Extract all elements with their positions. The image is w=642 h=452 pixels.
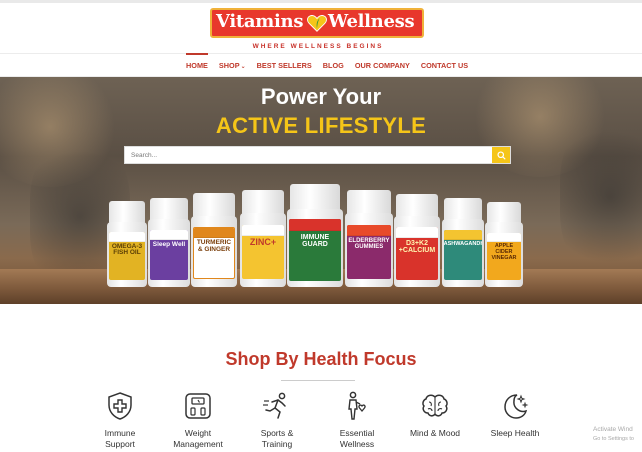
focus-label-line1: Sleep Health [490,428,540,438]
product-name: TURMERIC & GINGER [196,238,232,253]
scale-icon [185,393,211,419]
hero-bg-blur [560,117,642,277]
product-name: ELDERBERRY GUMMIES [348,237,390,251]
nav-our-company[interactable]: OUR COMPANY [355,61,410,70]
focus-essential-wellness[interactable]: Essential Wellness [317,390,397,450]
nav-best-sellers[interactable]: BEST SELLERS [257,61,312,70]
product-name: ZINC+ [249,236,277,247]
product-label: Sleep Well [149,230,189,280]
focus-immune-support[interactable]: Immune Support [80,390,160,450]
product-bottle[interactable]: ELDERBERRY GUMMIES [345,190,393,287]
product-bottle[interactable]: D3+K2 +CALCIUM [394,194,440,287]
focus-label-line1: Mind & Mood [409,428,461,438]
logo-word-right: Wellness [328,11,415,32]
product-label: IMMUNE GUARD [289,219,341,281]
focus-label-line1: Immune [104,428,136,438]
product-label: TURMERIC & GINGER [192,226,236,280]
focus-label-line1: Essential [339,428,375,438]
nav-shop-label: SHOP [218,61,240,70]
product-bottle[interactable]: Sleep Well [148,198,190,287]
logo-word-left: Vitamins [216,11,304,32]
chevron-down-icon: ⌄ [240,64,246,70]
hero-headline: Power Your [260,84,382,109]
moon-stars-icon [504,394,529,419]
focus-label-line1: Sports & [260,428,294,438]
product-name: APPLE CIDER VINEGAR [491,243,517,261]
heart-icon [307,15,327,32]
product-bottle[interactable]: TURMERIC & GINGER [191,193,237,287]
watermark-line2: Go to Settings to [593,436,634,443]
product-label: ASHWAGANDHA [443,230,483,280]
search-bar [124,146,511,164]
nav-shop[interactable]: SHOP⌄ [219,61,246,70]
product-label: OMEGA-3 FISH OIL [108,231,146,281]
brain-icon [422,394,448,417]
nav-blog[interactable]: BLOG [323,61,344,70]
focus-weight-management[interactable]: Weight Management [158,390,238,450]
shield-cross-icon [108,392,132,420]
focus-sports-training[interactable]: Sports & Training [237,390,317,450]
watermark-line1: Activate Wind [593,426,633,433]
product-name: OMEGA-3 FISH OIL [111,242,143,257]
focus-sleep-health[interactable]: Sleep Health [475,390,555,439]
nav-divider [0,53,642,54]
product-label: APPLE CIDER VINEGAR [486,232,522,281]
product-name: ASHWAGANDHA [443,240,483,247]
focus-label-line2: Training [261,439,293,450]
nav-home[interactable]: HOME [186,53,208,70]
logo-tagline: WHERE WELLNESS BEGINS [252,43,384,50]
search-icon [496,150,506,160]
focus-mind-mood[interactable]: Mind & Mood [395,390,475,439]
hero-banner: Power Your ACTIVE LIFESTYLE OMEGA-3 FISH… [0,77,642,304]
search-button[interactable] [492,147,510,163]
activate-windows-watermark: Activate Wind Go to Settings to [593,425,634,444]
nav-contact-us[interactable]: CONTACT US [421,61,468,70]
hero-subheadline: ACTIVE LIFESTYLE [215,113,427,138]
focus-label-line2: Wellness [339,439,375,450]
product-label: ZINC+ [241,224,285,280]
section-title: Shop By Health Focus [225,349,417,369]
product-label: ELDERBERRY GUMMIES [346,224,392,280]
main-nav: HOME SHOP⌄ BEST SELLERS BLOG OUR COMPANY… [186,53,479,70]
product-label: D3+K2 +CALCIUM [395,227,439,280]
focus-label-line1: Weight [184,428,212,438]
product-name: IMMUNE GUARD [300,233,330,249]
product-bottle[interactable]: ZINC+ [240,190,286,287]
top-border [0,0,642,3]
product-bottle[interactable]: ASHWAGANDHA [442,198,484,287]
person-heart-icon [348,391,366,420]
product-bottle[interactable]: IMMUNE GUARD [287,184,343,287]
section-divider [281,380,355,381]
brand-logo[interactable]: Vitamins Wellness WHERE WELLNESS BEGINS [210,8,424,54]
focus-label-line2: Support [105,439,135,450]
product-bottle[interactable]: APPLE CIDER VINEGAR [485,202,523,287]
product-name: Sleep Well [152,240,186,248]
focus-label-line2: Management [173,439,223,450]
search-input[interactable] [125,147,492,163]
product-bottle[interactable]: OMEGA-3 FISH OIL [107,201,147,287]
product-name: D3+K2 +CALCIUM [398,239,436,255]
runner-icon [263,392,286,419]
